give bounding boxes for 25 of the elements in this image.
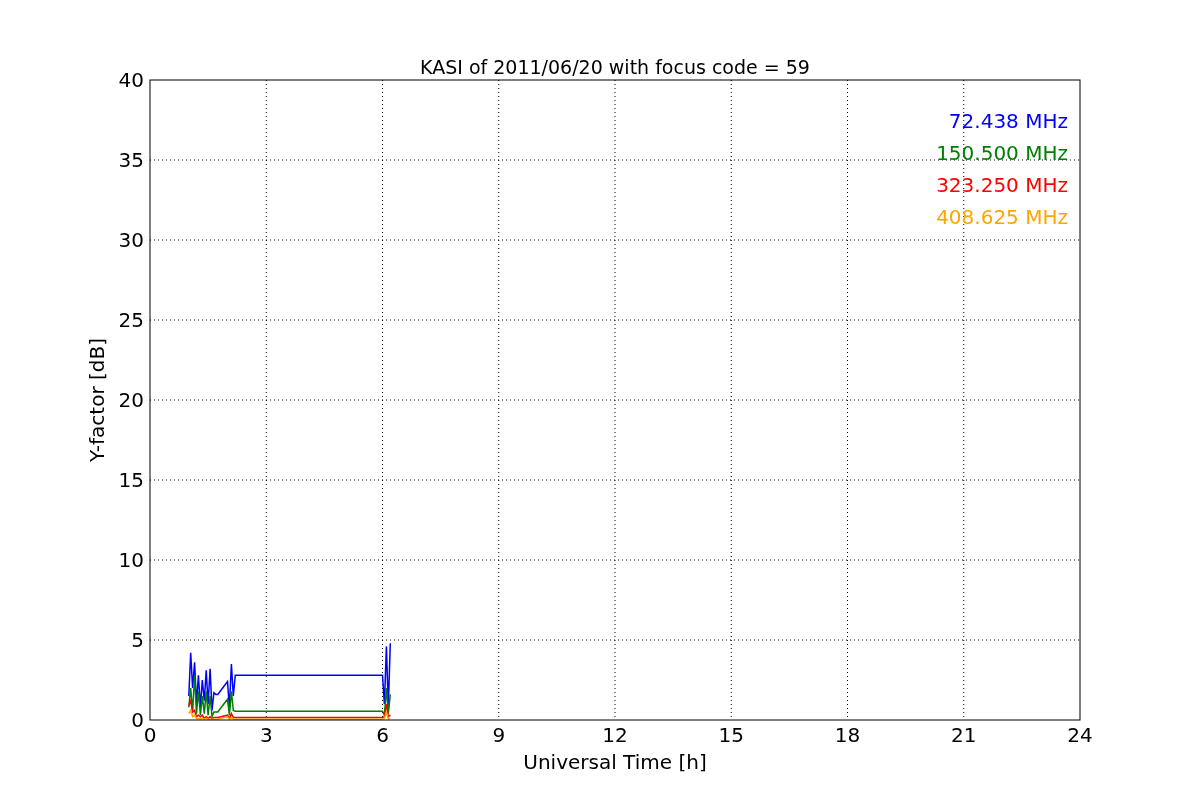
y-tick-label: 40 — [118, 68, 144, 92]
x-tick-label: 0 — [143, 723, 157, 747]
x-tick-label: 18 — [834, 723, 861, 747]
x-tick-label: 3 — [259, 723, 273, 747]
x-tick-label: 6 — [376, 723, 389, 747]
x-axis-label: Universal Time [h] — [523, 750, 707, 774]
legend-label: 408.625 MHz — [936, 205, 1068, 229]
y-tick-label: 35 — [118, 148, 144, 172]
x-tick-label: 12 — [602, 723, 628, 747]
chart-title: KASI of 2011/06/20 with focus code = 59 — [420, 56, 810, 78]
legend-label: 72.438 MHz — [948, 109, 1068, 133]
y-tick-label: 25 — [118, 308, 144, 332]
y-tick-label: 15 — [118, 468, 144, 492]
y-tick-label: 0 — [131, 708, 144, 732]
y-tick-label: 30 — [118, 228, 144, 252]
y-tick-label: 5 — [131, 628, 144, 652]
y-axis-label: Y-factor [dB] — [85, 338, 109, 462]
y-tick-label: 10 — [118, 548, 144, 572]
legend-label: 150.500 MHz — [936, 141, 1068, 165]
x-tick-label: 21 — [951, 723, 977, 747]
y-tick-label: 20 — [118, 388, 144, 412]
x-tick-label: 9 — [492, 723, 506, 747]
legend-label: 323.250 MHz — [936, 173, 1068, 197]
x-tick-label: 15 — [718, 723, 744, 747]
x-tick-label: 24 — [1067, 723, 1093, 747]
